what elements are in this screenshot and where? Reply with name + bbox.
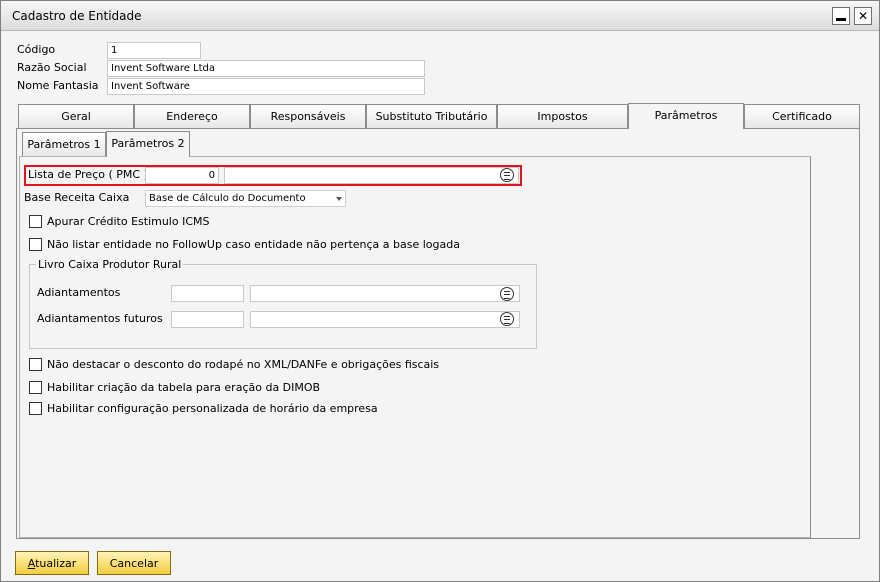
minimize-icon bbox=[836, 17, 846, 21]
nao-destacar-row[interactable]: Não destacar o desconto do rodapé no XML… bbox=[29, 357, 439, 371]
adiantamentos-futuros-code-field[interactable] bbox=[171, 311, 244, 328]
close-button[interactable]: ✕ bbox=[854, 7, 872, 25]
nome-fantasia-label: Nome Fantasia bbox=[17, 79, 99, 92]
codigo-label: Código bbox=[17, 43, 56, 56]
habilitar-horario-label: Habilitar configuração personalizada de … bbox=[47, 401, 378, 415]
cancelar-button[interactable]: Cancelar bbox=[97, 551, 171, 575]
habilitar-dimob-checkbox[interactable] bbox=[29, 380, 42, 394]
tab-label: Parâmetros bbox=[654, 109, 718, 122]
base-receita-select[interactable]: Base de Cálculo do Documento bbox=[145, 190, 346, 207]
tab-label: Endereço bbox=[166, 110, 218, 123]
tab-geral[interactable]: Geral bbox=[18, 104, 134, 128]
tab-label: Geral bbox=[61, 110, 91, 123]
livro-caixa-title: Livro Caixa Produtor Rural bbox=[36, 258, 184, 271]
tab-substituto-tributario[interactable]: Substituto Tributário bbox=[366, 104, 497, 128]
nao-destacar-label: Não destacar o desconto do rodapé no XML… bbox=[47, 357, 440, 371]
title-bar[interactable]: Cadastro de Entidade ✕ bbox=[1, 1, 879, 31]
atualizar-label: tualizar bbox=[35, 557, 77, 570]
habilitar-dimob-row[interactable]: Habilitar criação da tabela para eração … bbox=[29, 380, 320, 394]
subtab-parametros-1[interactable]: Parâmetros 1 bbox=[22, 132, 106, 156]
codigo-field[interactable]: 1 bbox=[107, 42, 201, 59]
subtab-label: Parâmetros 2 bbox=[111, 137, 185, 150]
apurar-credito-label: Apurar Crédito Estimulo ICMS bbox=[47, 214, 210, 228]
lista-preco-code-field[interactable]: 0 bbox=[145, 167, 219, 184]
tab-label: Responsáveis bbox=[270, 110, 346, 123]
minimize-button[interactable] bbox=[832, 7, 850, 25]
subtab-parametros-2[interactable]: Parâmetros 2 bbox=[106, 131, 190, 157]
choose-list-icon[interactable] bbox=[500, 168, 514, 182]
chevron-down-icon bbox=[336, 197, 342, 201]
livro-caixa-group bbox=[29, 264, 537, 349]
adiantamentos-label: Adiantamentos bbox=[37, 286, 121, 299]
adiantamentos-futuros-desc-field[interactable] bbox=[250, 311, 520, 328]
tab-responsaveis[interactable]: Responsáveis bbox=[250, 104, 366, 128]
adiantamentos-code-field[interactable] bbox=[171, 285, 244, 302]
adiantamentos-futuros-label: Adiantamentos futuros bbox=[37, 312, 163, 325]
nao-destacar-checkbox[interactable] bbox=[29, 357, 42, 371]
habilitar-horario-checkbox[interactable] bbox=[29, 401, 42, 415]
base-receita-label: Base Receita Caixa bbox=[24, 191, 130, 204]
tab-impostos[interactable]: Impostos bbox=[497, 104, 628, 128]
nao-listar-label: Não listar entidade no FollowUp caso ent… bbox=[47, 237, 460, 251]
nao-listar-checkbox[interactable] bbox=[29, 237, 42, 251]
nome-fantasia-field[interactable]: Invent Software bbox=[107, 78, 425, 95]
habilitar-horario-row[interactable]: Habilitar configuração personalizada de … bbox=[29, 401, 378, 415]
tab-parametros[interactable]: Parâmetros bbox=[628, 103, 744, 129]
razao-social-label: Razão Social bbox=[17, 61, 87, 74]
base-receita-value: Base de Cálculo do Documento bbox=[149, 193, 306, 204]
lista-preco-label: Lista de Preço ( PMC ) bbox=[28, 168, 148, 181]
cancelar-label: Cancelar bbox=[109, 557, 159, 570]
nao-listar-row[interactable]: Não listar entidade no FollowUp caso ent… bbox=[29, 237, 460, 251]
habilitar-dimob-label: Habilitar criação da tabela para eração … bbox=[47, 380, 321, 394]
subtab-label: Parâmetros 1 bbox=[27, 138, 101, 151]
lista-preco-desc-field[interactable] bbox=[224, 167, 519, 184]
atualizar-button[interactable]: Atualizar bbox=[15, 551, 89, 575]
apurar-credito-checkbox[interactable] bbox=[29, 214, 42, 228]
apurar-credito-row[interactable]: Apurar Crédito Estimulo ICMS bbox=[29, 214, 210, 228]
cadastro-entidade-window: Cadastro de Entidade ✕ Código 1 Razão So… bbox=[0, 0, 880, 582]
choose-list-icon[interactable] bbox=[500, 312, 514, 326]
adiantamentos-desc-field[interactable] bbox=[250, 285, 520, 302]
atualizar-mnemonic: A bbox=[27, 557, 36, 570]
close-icon: ✕ bbox=[857, 9, 869, 23]
tab-endereco[interactable]: Endereço bbox=[134, 104, 250, 128]
window-title: Cadastro de Entidade bbox=[12, 9, 142, 23]
tab-certificado[interactable]: Certificado bbox=[744, 104, 860, 128]
tab-label: Certificado bbox=[772, 110, 832, 123]
tab-label: Impostos bbox=[537, 110, 588, 123]
tab-label: Substituto Tributário bbox=[375, 110, 488, 123]
razao-social-field[interactable]: Invent Software Ltda bbox=[107, 60, 425, 77]
choose-list-icon[interactable] bbox=[500, 287, 514, 301]
